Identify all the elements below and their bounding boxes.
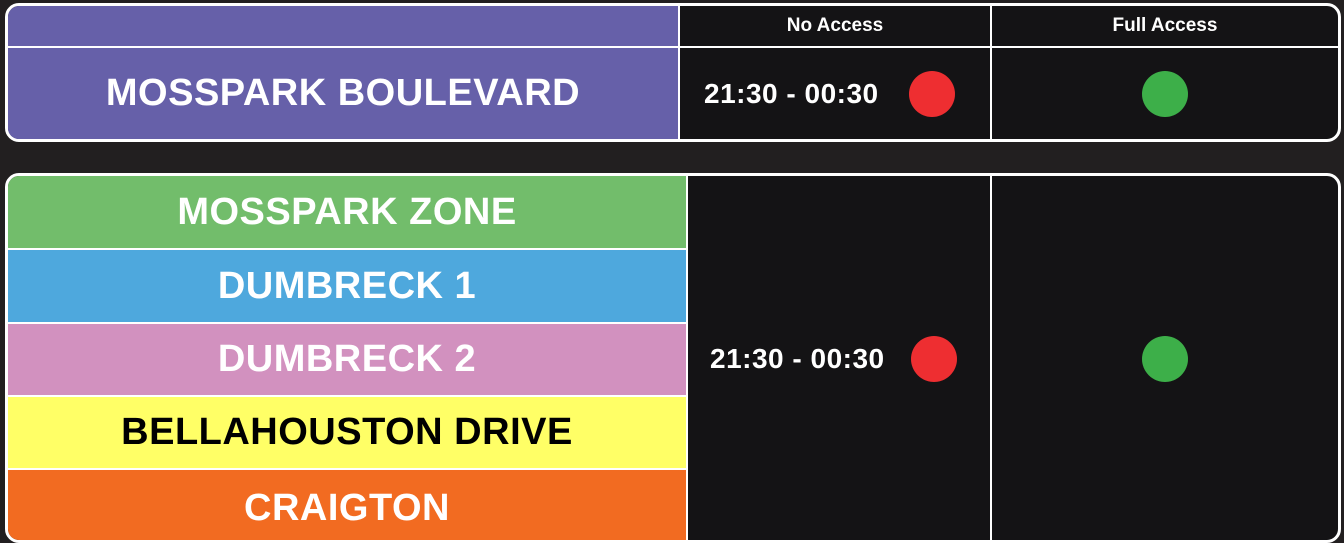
zone-mosspark-zone: MOSSPARK ZONE [8, 176, 686, 248]
zone-bellahouston-drive: BELLAHOUSTON DRIVE [8, 397, 686, 468]
zone-dumbreck-2: DUMBRECK 2 [8, 324, 686, 395]
no-access-time-cell: 21:30 - 00:30 [680, 48, 990, 139]
full-access-header: Full Access [1112, 15, 1218, 36]
no-access-header: No Access [786, 15, 884, 36]
zone-mosspark-boulevard: MOSSPARK BOULEVARD [8, 48, 678, 139]
group-full-access-cell [992, 176, 1338, 540]
green-dot-icon [1142, 70, 1188, 117]
red-dot-icon [908, 70, 955, 117]
group-no-access-time: 21:30 - 00:30 [710, 342, 885, 374]
mosspark-boulevard-panel: No Access Full Access MOSSPARK BOULEVARD… [5, 3, 1341, 142]
group-no-access-time-cell: 21:30 - 00:30 [688, 176, 990, 540]
red-dot-icon [910, 335, 957, 382]
zone-dumbreck-1: DUMBRECK 1 [8, 250, 686, 322]
no-access-time: 21:30 - 00:30 [704, 77, 879, 109]
full-access-cell [992, 48, 1338, 139]
zones-group-panel: MOSSPARK ZONE DUMBRECK 1 DUMBRECK 2 BELL… [5, 173, 1341, 543]
zone-craigton: CRAIGTON [8, 470, 686, 540]
green-dot-icon [1142, 335, 1188, 382]
